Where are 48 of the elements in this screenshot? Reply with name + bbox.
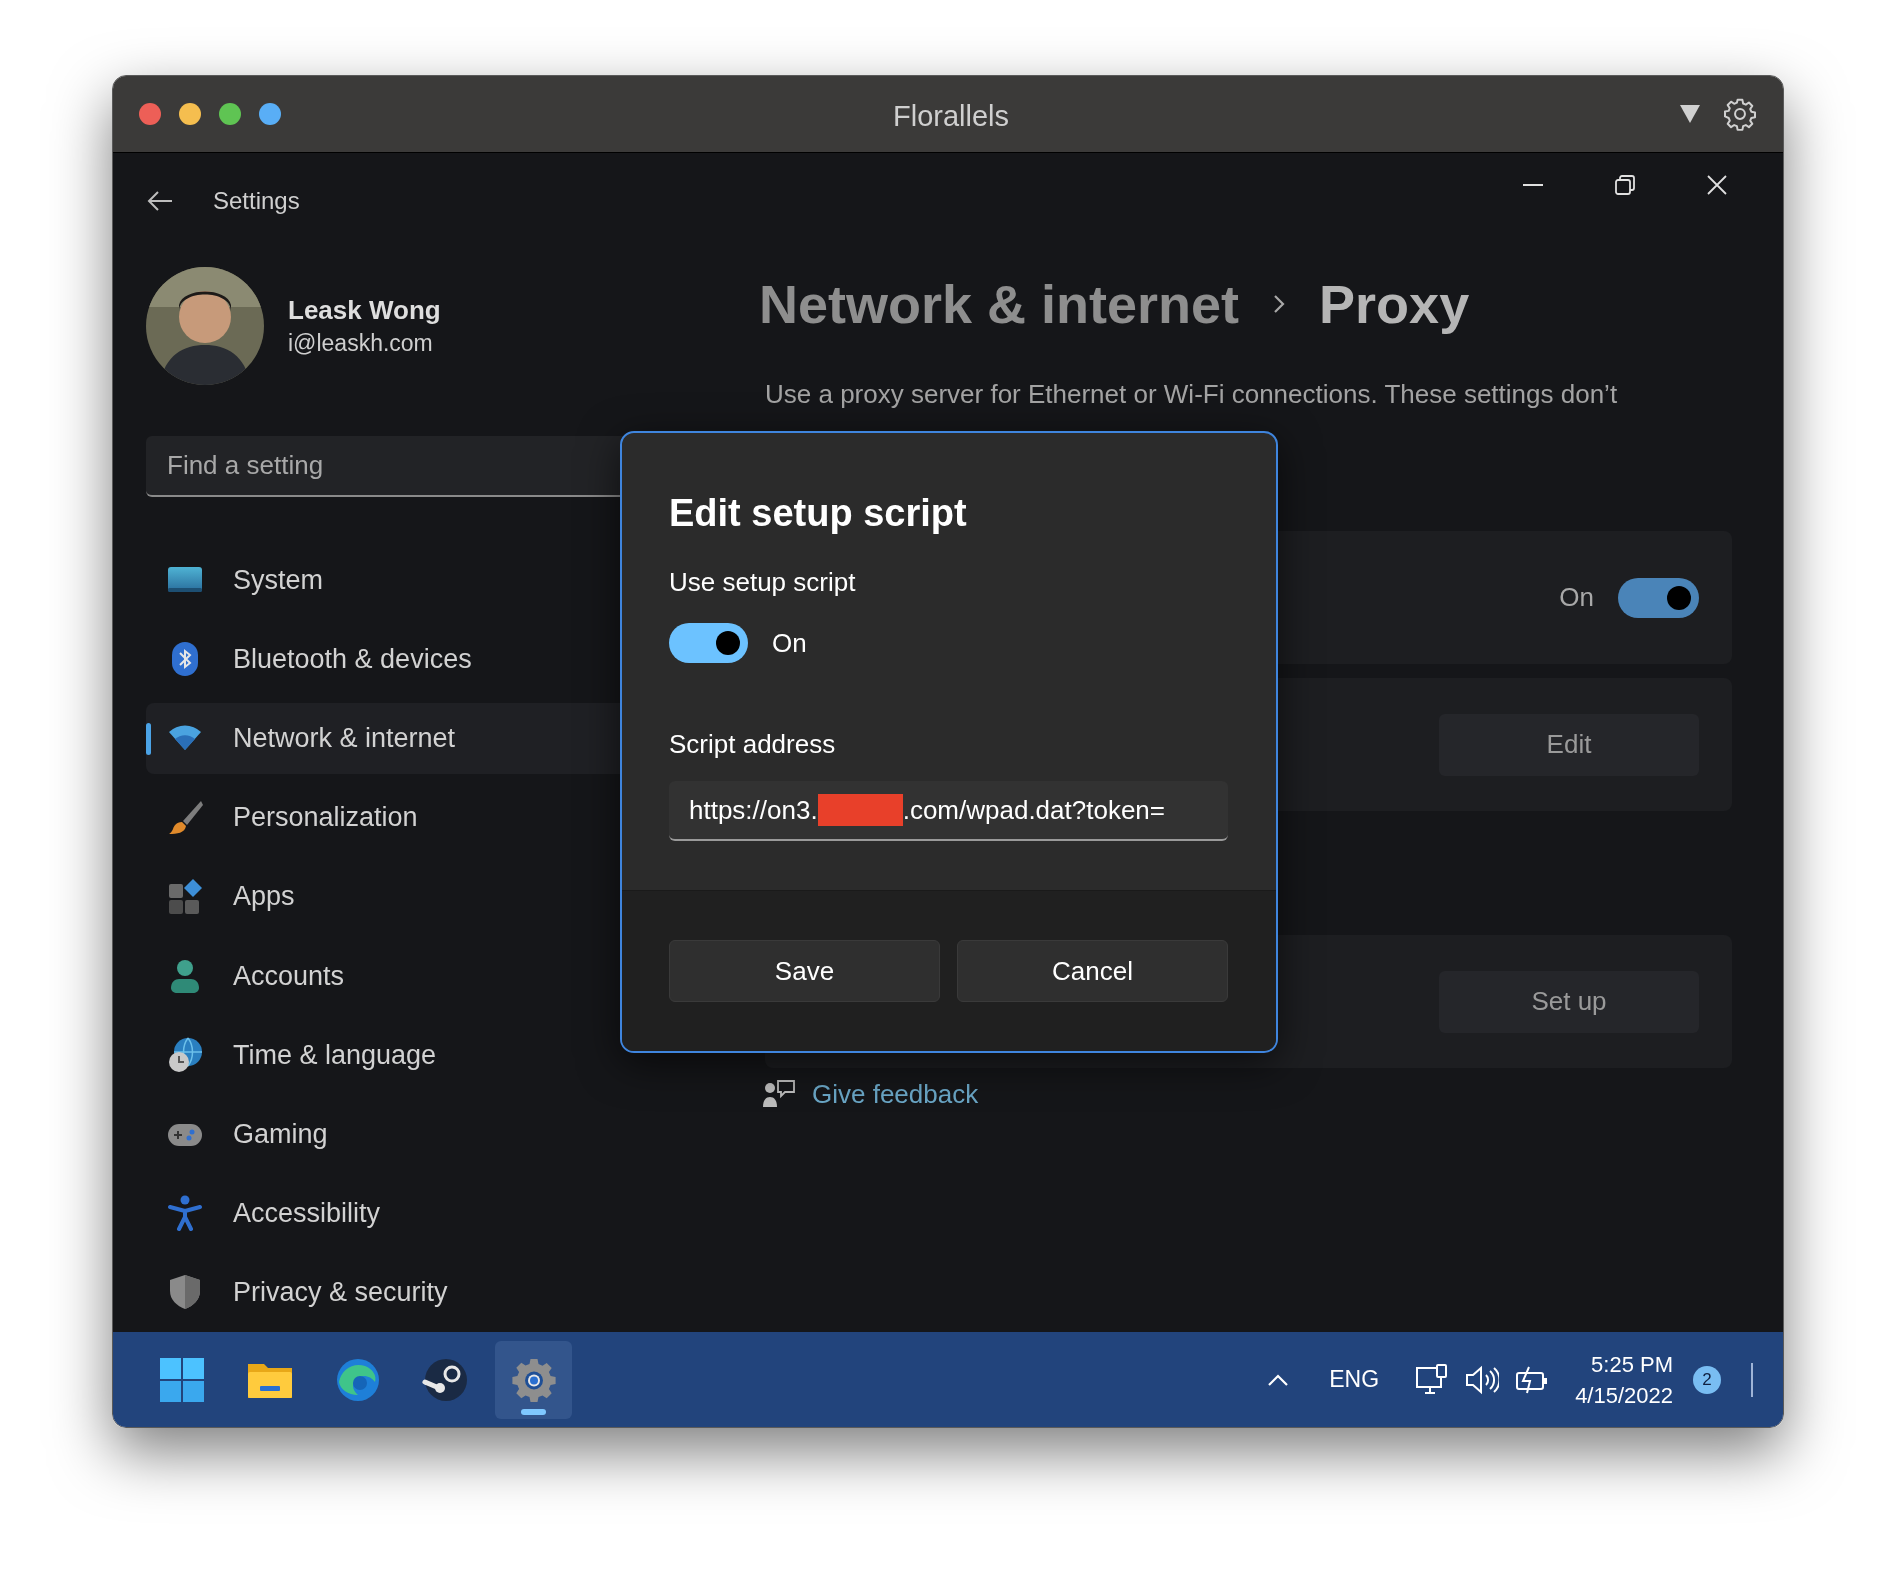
breadcrumb-link[interactable]: Network & internet: [759, 263, 1240, 345]
toggle-switch[interactable]: [1618, 577, 1699, 618]
secondary-button[interactable]: Edit: [1439, 713, 1699, 776]
toggle-state-label: On: [1559, 581, 1594, 614]
clock[interactable]: 5:25 PM 4/15/2022: [1575, 1348, 1673, 1411]
window-light[interactable]: [179, 103, 201, 125]
toggle-state-label: On: [772, 626, 807, 660]
window-title: Florallels: [893, 99, 1010, 134]
paintbrush-icon: [167, 799, 203, 836]
nav-item[interactable]: Gaming: [146, 1098, 745, 1170]
dialog-button[interactable]: Save: [669, 940, 940, 1002]
nav-item[interactable]: Privacy & security: [146, 1256, 745, 1329]
nav-item[interactable]: Bluetooth & devices: [146, 623, 745, 695]
settings-icon[interactable]: [1723, 97, 1757, 131]
notification-badge[interactable]: 2: [1693, 1365, 1721, 1394]
battery-charging-icon[interactable]: [1515, 1364, 1550, 1395]
page-title: Proxy: [1319, 272, 1470, 336]
feedback-icon: [763, 1079, 795, 1109]
window-light[interactable]: [219, 103, 241, 125]
nav-item[interactable]: Accessibility: [146, 1177, 745, 1249]
speaker-icon[interactable]: [1465, 1364, 1500, 1395]
nav-item[interactable]: Time & language: [146, 1019, 745, 1091]
chevron-up-icon[interactable]: [1267, 1372, 1290, 1387]
accessibility-icon: [167, 1195, 203, 1232]
windows-logo-icon: [157, 1355, 206, 1404]
app-title: Settings: [213, 186, 300, 216]
secondary-button[interactable]: Set up: [1439, 970, 1699, 1033]
user-name: Leask Wong: [288, 294, 441, 327]
field-label: Use setup script: [669, 566, 857, 599]
restore-icon[interactable]: [1614, 174, 1636, 196]
window-light[interactable]: [139, 103, 161, 125]
back-arrow-icon[interactable]: [147, 190, 173, 212]
toggle-switch[interactable]: [669, 623, 748, 663]
nav-item[interactable]: Apps: [146, 861, 745, 933]
dialog-button[interactable]: Cancel: [957, 940, 1228, 1002]
apps-icon: [167, 878, 203, 915]
selection-indicator: [146, 722, 151, 755]
close-icon[interactable]: [1706, 174, 1728, 196]
user-email: i@leaskh.com: [288, 329, 434, 358]
description-text: Use a proxy server for Ethernet or Wi-Fi connections. These settings don’t: [765, 378, 1619, 411]
feedback-link[interactable]: Give feedback: [812, 1074, 979, 1114]
shield-icon: [167, 1274, 203, 1311]
globe-clock-icon: [167, 1036, 203, 1073]
dropdown-triangle-icon[interactable]: [1679, 104, 1701, 124]
window-light[interactable]: [259, 103, 281, 125]
network-monitor-icon[interactable]: [1415, 1362, 1450, 1397]
language-indicator[interactable]: ENG: [1329, 1362, 1380, 1397]
input-field[interactable]: https://on3. .com/wpad.dat?token=: [669, 781, 1228, 841]
